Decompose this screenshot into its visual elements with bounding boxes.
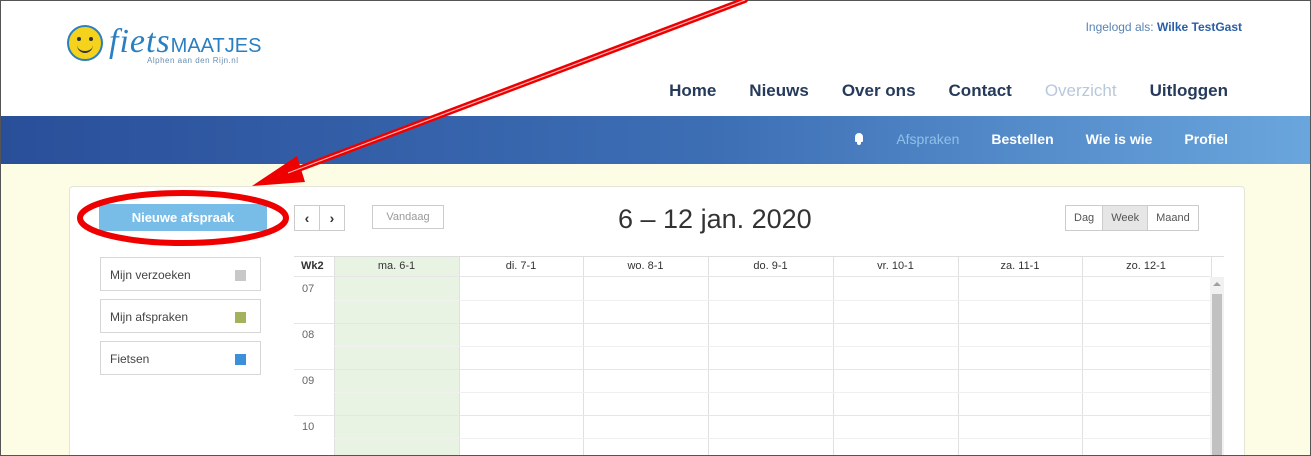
top-nav: Home Nieuws Over ons Contact Overzicht U… xyxy=(636,81,1228,101)
grid-line xyxy=(294,369,1210,370)
day-column[interactable] xyxy=(583,257,709,455)
chevron-right-icon: › xyxy=(329,210,335,226)
calendar-filter-label: Fietsen xyxy=(110,352,150,366)
date-range-title: 6 – 12 jan. 2020 xyxy=(618,204,812,234)
calendar-filter-mijn-afspraken[interactable]: Mijn afspraken xyxy=(100,299,261,333)
grid-line xyxy=(294,323,1210,324)
day-column[interactable] xyxy=(708,257,834,455)
hour-label: 08 xyxy=(302,329,315,341)
week-navigation: ‹ › xyxy=(294,205,345,231)
subnav-wie-is-wie[interactable]: Wie is wie xyxy=(1086,131,1153,147)
scroll-up-icon[interactable] xyxy=(1213,282,1221,286)
prev-week-button[interactable]: ‹ xyxy=(294,205,320,231)
logo-subtitle: Alphen aan den Rijn.nl xyxy=(147,56,239,65)
day-header: vr. 10-1 xyxy=(877,260,914,272)
chevron-left-icon: ‹ xyxy=(304,210,310,226)
app-window: fietsMAATJES Alphen aan den Rijn.nl Inge… xyxy=(0,0,1311,456)
grid-line xyxy=(334,346,1210,347)
day-header: ma. 6-1 xyxy=(377,260,416,272)
new-appointment-button[interactable]: Nieuwe afspraak xyxy=(99,204,267,231)
hour-label: 09 xyxy=(302,375,315,387)
day-column[interactable] xyxy=(459,257,584,455)
today-button[interactable]: Vandaag xyxy=(372,205,444,229)
calendar-filter-label: Mijn afspraken xyxy=(110,310,189,324)
day-column[interactable] xyxy=(958,257,1083,455)
calendar-filter-label: Mijn verzoeken xyxy=(110,268,191,282)
nav-home[interactable]: Home xyxy=(669,81,716,101)
view-switcher: Dag Week Maand xyxy=(1065,205,1199,231)
next-week-button[interactable]: › xyxy=(320,205,345,231)
logged-in-status: Ingelogd als: Wilke TestGast xyxy=(1086,20,1242,34)
day-header: za. 11-1 xyxy=(1000,260,1040,272)
view-month-button[interactable]: Maand xyxy=(1148,205,1199,231)
bell-icon[interactable] xyxy=(854,133,864,145)
day-header: do. 9-1 xyxy=(753,260,788,272)
week-grid: Wk2 ma. 6-1 di. 7-1 wo. 8-1 do. 9-1 vr. … xyxy=(294,256,1224,455)
grid-line xyxy=(334,438,1210,439)
nav-nieuws[interactable]: Nieuws xyxy=(749,81,809,101)
week-number: Wk2 xyxy=(301,260,324,272)
nav-uitloggen[interactable]: Uitloggen xyxy=(1150,81,1228,101)
nav-over-ons[interactable]: Over ons xyxy=(842,81,916,101)
logo[interactable]: fietsMAATJES Alphen aan den Rijn.nl xyxy=(67,23,267,73)
view-week-button[interactable]: Week xyxy=(1103,205,1149,231)
scrollbar-thumb[interactable] xyxy=(1212,294,1222,455)
day-column-today[interactable] xyxy=(334,257,460,455)
logged-in-label: Ingelogd als: xyxy=(1085,20,1154,34)
grid-line xyxy=(294,415,1210,416)
day-column[interactable] xyxy=(833,257,959,455)
grid-scrollbar[interactable] xyxy=(1210,277,1224,455)
hour-label: 10 xyxy=(302,421,315,433)
subnav-profiel[interactable]: Profiel xyxy=(1184,131,1228,147)
subnav-afspraken[interactable]: Afspraken xyxy=(896,131,959,147)
color-swatch xyxy=(235,354,246,365)
smiley-logo-icon xyxy=(67,25,103,61)
day-header: zo. 12-1 xyxy=(1126,260,1166,272)
grid-line xyxy=(294,276,1210,277)
nav-contact[interactable]: Contact xyxy=(949,81,1012,101)
nav-overzicht[interactable]: Overzicht xyxy=(1045,81,1117,101)
color-swatch xyxy=(235,312,246,323)
color-swatch xyxy=(235,270,246,281)
day-header: wo. 8-1 xyxy=(627,260,664,272)
grid-line xyxy=(334,300,1210,301)
day-column[interactable] xyxy=(1082,257,1212,455)
view-day-button[interactable]: Dag xyxy=(1065,205,1104,231)
hour-label: 07 xyxy=(302,283,315,295)
logged-in-user: Wilke TestGast xyxy=(1156,20,1242,34)
sub-nav: Afspraken Bestellen Wie is wie Profiel xyxy=(854,131,1228,147)
subnav-bestellen[interactable]: Bestellen xyxy=(991,131,1053,147)
calendar-filter-fietsen[interactable]: Fietsen xyxy=(100,341,261,375)
day-header: di. 7-1 xyxy=(505,260,537,272)
grid-line xyxy=(334,392,1210,393)
calendar-filter-mijn-verzoeken[interactable]: Mijn verzoeken xyxy=(100,257,261,291)
